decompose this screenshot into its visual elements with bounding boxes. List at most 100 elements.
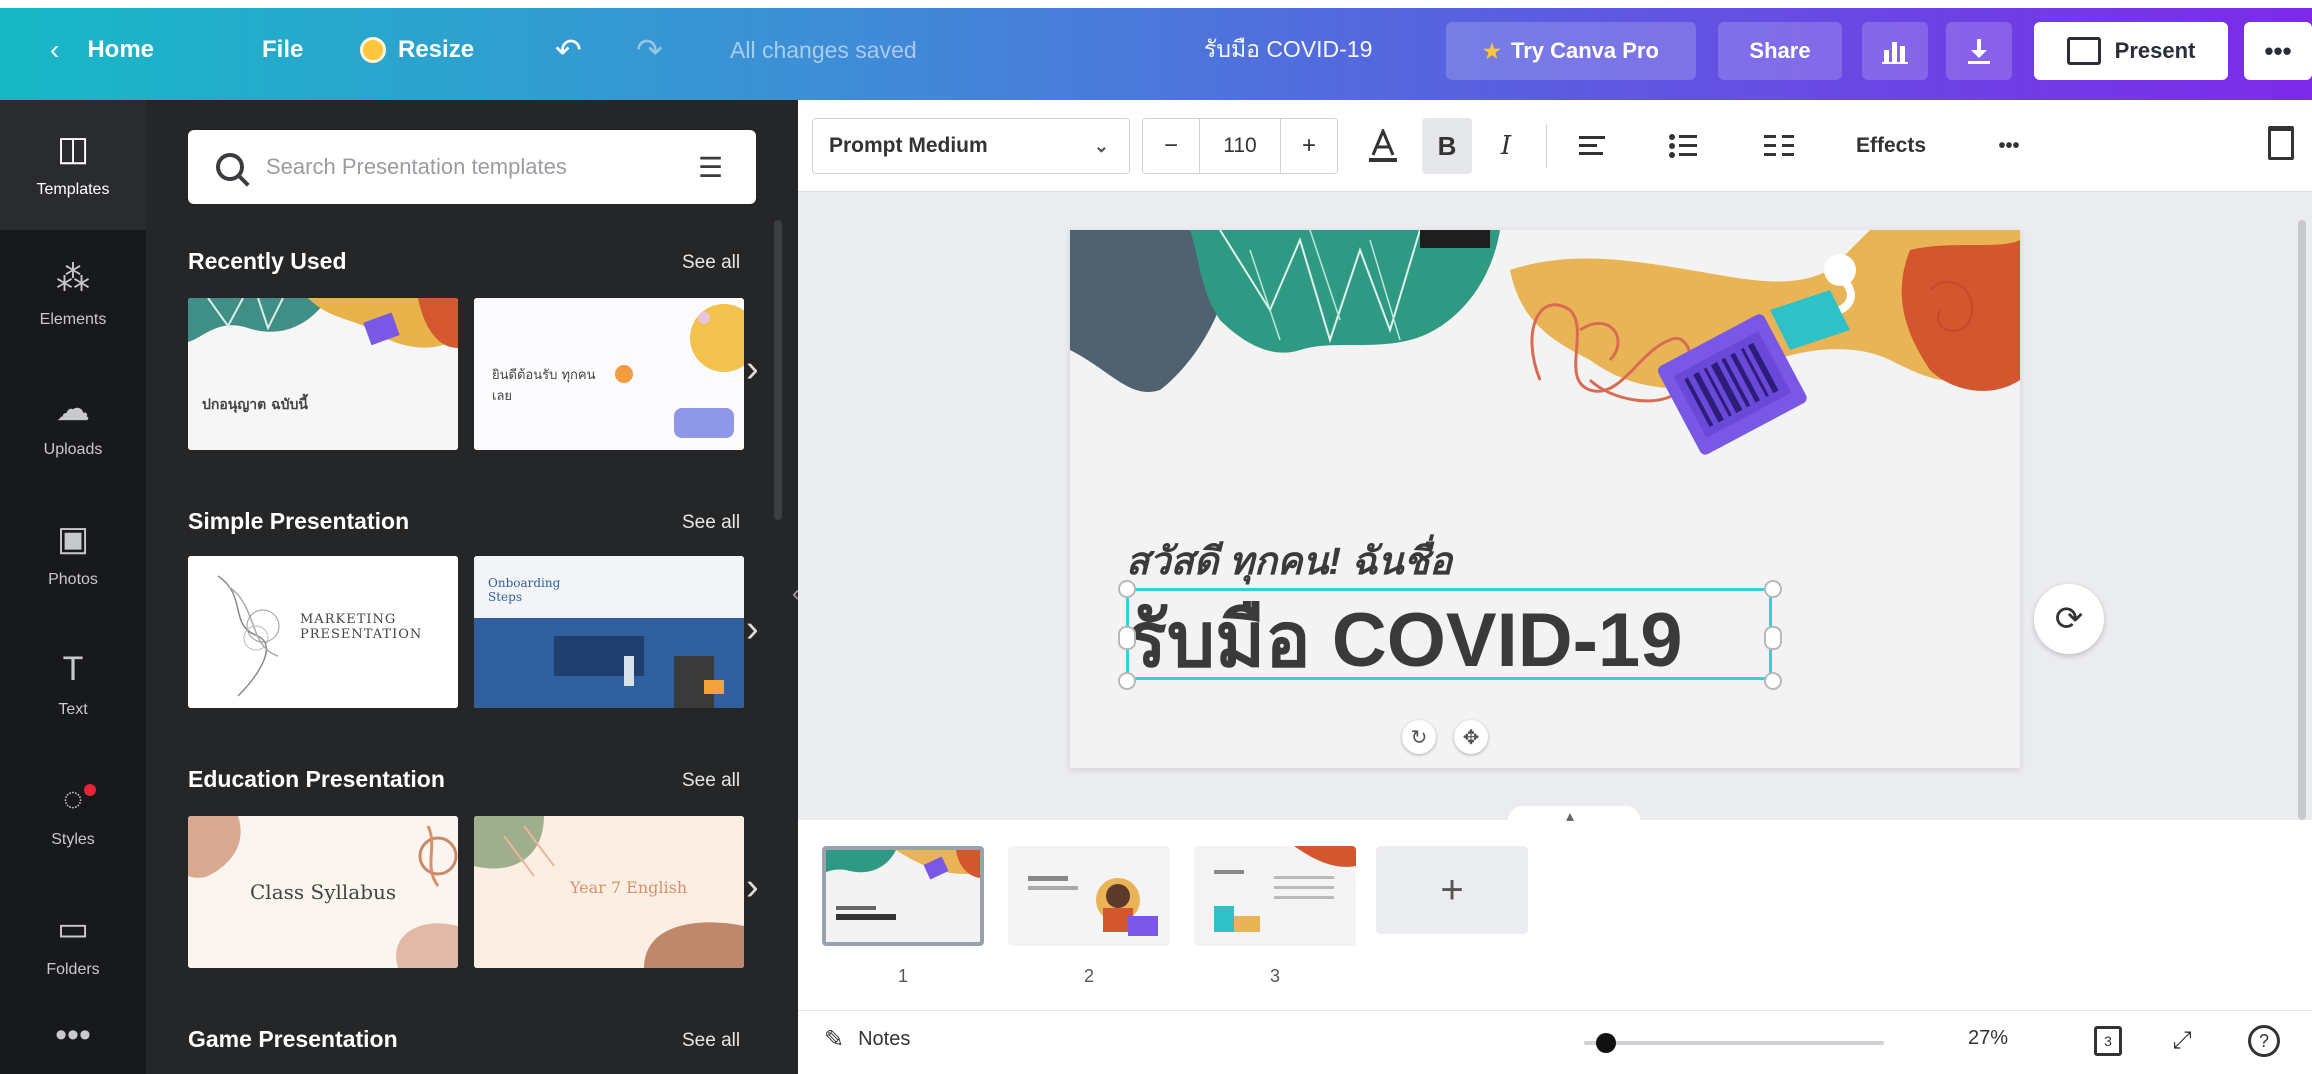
undo-icon[interactable]: ↶ bbox=[555, 30, 582, 70]
section-title-education: Education Presentation bbox=[188, 766, 445, 792]
search-placeholder: Search Presentation templates bbox=[266, 154, 567, 179]
font-size-stepper[interactable]: − 110 + bbox=[1142, 118, 1338, 174]
text-color-icon[interactable] bbox=[1360, 118, 1406, 174]
template-thumbnail[interactable]: ยินดีต้อนรับ ทุกคนเลย bbox=[474, 298, 744, 450]
see-all-link[interactable]: See all bbox=[682, 770, 740, 792]
template-thumbnail[interactable]: Year 7 English bbox=[474, 816, 744, 968]
try-pro-label: Try Canva Pro bbox=[1510, 38, 1659, 63]
text-selection-box[interactable] bbox=[1126, 588, 1772, 680]
resize-handle[interactable] bbox=[1118, 580, 1136, 598]
filmstrip-toggle[interactable] bbox=[1508, 806, 1640, 830]
see-all-link[interactable]: See all bbox=[682, 1030, 740, 1052]
document-title[interactable]: รับมือ COVID-19 bbox=[1204, 30, 1372, 70]
list-icon[interactable] bbox=[1660, 118, 1706, 174]
page-thumbnail-1[interactable] bbox=[822, 846, 984, 946]
rail-item-elements[interactable]: ⁂ Elements bbox=[0, 230, 146, 360]
page-grid-icon[interactable]: 3 bbox=[2088, 1021, 2128, 1061]
align-left-icon[interactable] bbox=[1570, 118, 1616, 174]
fullscreen-icon[interactable]: ⤢ bbox=[2162, 1021, 2202, 1061]
rotate-icon[interactable]: ↻ bbox=[1402, 720, 1436, 754]
side-rail: ◫ Templates ⁂ Elements ☁ Uploads ▣ Photo… bbox=[0, 100, 146, 1074]
rail-item-templates[interactable]: ◫ Templates bbox=[0, 100, 146, 230]
resize-handle[interactable] bbox=[1118, 626, 1136, 650]
trash-icon[interactable] bbox=[2268, 126, 2294, 160]
resize-handle[interactable] bbox=[1764, 626, 1782, 650]
text-toolbar: Prompt Medium ⌄ − 110 + B I Effects ••• bbox=[798, 100, 2312, 192]
move-icon[interactable]: ✥ bbox=[1454, 720, 1488, 754]
chevron-right-icon[interactable]: › bbox=[746, 866, 759, 909]
present-button[interactable]: Present bbox=[2034, 22, 2228, 80]
template-thumbnail[interactable]: Class Syllabus bbox=[188, 816, 458, 968]
text-icon: T bbox=[62, 650, 84, 688]
rail-label: Text bbox=[58, 701, 88, 718]
notes-label: Notes bbox=[858, 1028, 911, 1050]
help-icon[interactable]: ? bbox=[2244, 1021, 2284, 1061]
bold-button[interactable]: B bbox=[1422, 118, 1472, 174]
page-thumbnail-3[interactable] bbox=[1194, 846, 1356, 946]
slide-canvas[interactable]: สวัสดี ทุกคน! ฉันชื่อ รับมือ COVID-19 ↻ … bbox=[1070, 230, 2020, 768]
resize-label: Resize bbox=[398, 36, 475, 63]
rail-item-photos[interactable]: ▣ Photos bbox=[0, 490, 146, 620]
font-name: Prompt Medium bbox=[829, 134, 988, 157]
presentation-icon bbox=[2066, 37, 2101, 65]
home-button[interactable]: ‹ Home bbox=[50, 30, 154, 70]
increase-size-button[interactable]: + bbox=[1281, 132, 1337, 160]
spacing-icon[interactable] bbox=[1756, 118, 1802, 174]
toolbar-divider bbox=[1546, 124, 1547, 168]
crown-icon bbox=[360, 37, 386, 63]
zoom-percent[interactable]: 27% bbox=[1968, 1027, 2008, 1050]
thumb-text: Onboarding Steps bbox=[488, 576, 561, 604]
rail-item-styles[interactable]: ◌ Styles bbox=[0, 750, 146, 880]
add-page-button[interactable]: + bbox=[1376, 846, 1528, 934]
chevron-down-icon: ⌄ bbox=[1093, 135, 1109, 156]
download-icon[interactable] bbox=[1946, 22, 2012, 80]
insights-chart-icon[interactable] bbox=[1862, 22, 1928, 80]
template-thumbnail[interactable]: MARKETING PRESENTATION bbox=[188, 556, 458, 708]
notes-button[interactable]: ✎ Notes bbox=[824, 1025, 910, 1054]
rail-item-folders[interactable]: ▭ Folders bbox=[0, 880, 146, 1010]
resize-handle[interactable] bbox=[1764, 672, 1782, 690]
chevron-right-icon[interactable]: › bbox=[746, 348, 759, 391]
try-canva-pro-button[interactable]: ★ Try Canva Pro bbox=[1446, 22, 1696, 80]
rail-label: Folders bbox=[46, 961, 100, 978]
template-thumbnail[interactable]: ปกอนุญาต ฉบับนี้ bbox=[188, 298, 458, 450]
resize-handle[interactable] bbox=[1118, 672, 1136, 690]
styles-icon: ◌ bbox=[62, 780, 84, 818]
save-status: All changes saved bbox=[730, 36, 917, 63]
effects-button[interactable]: Effects bbox=[1856, 118, 1926, 174]
section-title-simple: Simple Presentation bbox=[188, 508, 410, 534]
chevron-right-icon[interactable]: › bbox=[746, 608, 759, 651]
decrease-size-button[interactable]: − bbox=[1143, 132, 1199, 160]
more-options-button[interactable]: ••• bbox=[2244, 22, 2312, 80]
rail-item-uploads[interactable]: ☁ Uploads bbox=[0, 360, 146, 490]
zoom-slider[interactable] bbox=[1584, 1041, 1884, 1045]
file-menu-button[interactable]: File bbox=[262, 30, 303, 70]
thumb-text: ยินดีต้อนรับ ทุกคนเลย bbox=[492, 368, 596, 404]
page-thumbnail-2[interactable] bbox=[1008, 846, 1170, 946]
resize-button[interactable]: Resize bbox=[360, 30, 474, 70]
rail-label: Uploads bbox=[43, 441, 103, 458]
template-search-input[interactable]: Search Presentation templates ☰ bbox=[188, 130, 756, 204]
filter-icon[interactable]: ☰ bbox=[698, 151, 730, 184]
see-all-link[interactable]: See all bbox=[682, 512, 740, 534]
panel-scrollbar[interactable] bbox=[774, 220, 782, 520]
redo-icon[interactable]: ↷ bbox=[636, 30, 663, 70]
zoom-slider-handle[interactable] bbox=[1596, 1033, 1617, 1053]
see-all-link[interactable]: See all bbox=[682, 252, 740, 274]
font-size-value[interactable]: 110 bbox=[1199, 118, 1281, 174]
template-thumbnail[interactable]: Onboarding Steps bbox=[474, 556, 744, 708]
rail-label: Styles bbox=[51, 831, 95, 848]
notes-icon: ✎ bbox=[824, 1026, 845, 1053]
rail-item-text[interactable]: T Text bbox=[0, 620, 146, 750]
page-number: 2 bbox=[1083, 966, 1094, 986]
font-family-select[interactable]: Prompt Medium ⌄ bbox=[812, 118, 1130, 174]
resize-handle[interactable] bbox=[1764, 580, 1782, 598]
refresh-icon[interactable]: ⟳ bbox=[2034, 584, 2104, 654]
more-tools-button[interactable]: ••• bbox=[1984, 118, 2034, 174]
italic-button[interactable]: I bbox=[1486, 118, 1526, 174]
share-button[interactable]: Share bbox=[1718, 22, 1842, 80]
canvas-scrollbar[interactable] bbox=[2298, 220, 2306, 820]
rail-item-more[interactable]: ••• bbox=[0, 1000, 146, 1074]
bottom-bar: ✎ Notes 27% 3 ⤢ ? bbox=[798, 1010, 2312, 1074]
thumb-text: MARKETING PRESENTATION bbox=[300, 612, 423, 642]
